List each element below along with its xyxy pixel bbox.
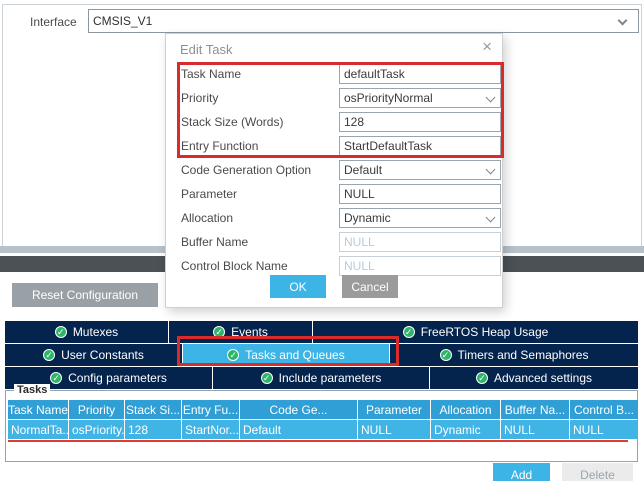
check-icon: ✓	[475, 372, 488, 384]
dialog-fields: Task Name defaultTask Priority osPriorit…	[166, 62, 502, 278]
check-icon: ✓	[54, 326, 67, 338]
buffer-name-label: Buffer Name	[181, 235, 249, 249]
tasks-table: Task Name Priority Stack Si... Entry Fu.…	[8, 400, 638, 442]
tasks-groupbox: Tasks Task Name Priority Stack Si... Ent…	[5, 384, 638, 462]
cell-code-generation[interactable]: Default	[240, 420, 357, 439]
tab-tasks-and-queues[interactable]: ✓ Tasks and Queues	[183, 344, 389, 366]
code-generation-label: Code Generation Option	[181, 163, 312, 177]
tab-freertos-heap-usage[interactable]: ✓ FreeRTOS Heap Usage	[313, 321, 638, 343]
allocation-label: Allocation	[181, 211, 234, 225]
cell-task-name[interactable]: NormalTa...	[8, 420, 68, 439]
field-row-entry-function: Entry Function StartDefaultTask	[166, 134, 502, 158]
parameter-input[interactable]: NULL	[339, 184, 501, 204]
config-tabs: ✓ Mutexes ✓ Events ✓ FreeRTOS Heap Usage…	[5, 321, 638, 390]
entry-function-label: Entry Function	[181, 139, 259, 153]
stack-size-label: Stack Size (Words)	[181, 115, 284, 129]
edit-task-dialog: Edit Task × Task Name defaultTask Priori…	[165, 33, 504, 308]
tab-include-parameters[interactable]: ✓ Include parameters	[213, 367, 429, 389]
chevron-down-icon	[485, 92, 496, 103]
tasks-groupbox-title: Tasks	[14, 384, 51, 396]
tab-row-3: ✓ Config parameters ✓ Include parameters…	[5, 367, 638, 389]
interface-label: Interface	[30, 15, 77, 29]
col-parameter: Parameter	[358, 400, 430, 419]
control-block-label: Control Block Name	[181, 259, 288, 273]
field-row-allocation: Allocation Dynamic	[166, 206, 502, 230]
task-name-label: Task Name	[181, 67, 242, 81]
check-icon: ✓	[213, 326, 226, 338]
ok-button[interactable]: OK	[270, 275, 326, 298]
interface-dropdown[interactable]: CMSIS_V1	[88, 9, 639, 33]
control-block-input: NULL	[339, 256, 501, 276]
freertos-configuration-page: Interface CMSIS_V1 Reset Configuration ✓…	[0, 0, 644, 481]
col-stack-size: Stack Si...	[125, 400, 181, 419]
tab-row-2: ✓ User Constants ✓ Tasks and Queues ✓ Ti…	[5, 344, 638, 366]
chevron-down-icon	[617, 15, 628, 26]
cell-buffer-name[interactable]: NULL	[501, 420, 569, 439]
tab-advanced-settings[interactable]: ✓ Advanced settings	[430, 367, 638, 389]
add-task-button[interactable]: Add	[493, 463, 550, 481]
cell-entry-function[interactable]: StartNor...	[182, 420, 239, 439]
chevron-down-icon	[485, 164, 496, 175]
tab-timers-and-semaphores[interactable]: ✓ Timers and Semaphores	[390, 344, 638, 366]
tab-events[interactable]: ✓ Events	[169, 321, 312, 343]
priority-dropdown[interactable]: osPriorityNormal	[339, 88, 501, 108]
close-icon[interactable]: ×	[482, 37, 492, 57]
cancel-button[interactable]: Cancel	[342, 275, 398, 298]
col-code-generation: Code Ge...	[240, 400, 357, 419]
tab-mutexes[interactable]: ✓ Mutexes	[5, 321, 168, 343]
highlight-underline-task-row	[8, 440, 628, 442]
table-row[interactable]: NormalTa... osPriority... 128 StartNor..…	[8, 420, 638, 439]
col-entry-function: Entry Fu...	[182, 400, 239, 419]
chevron-down-icon	[485, 212, 496, 223]
field-row-buffer-name: Buffer Name NULL	[166, 230, 502, 254]
col-priority: Priority	[69, 400, 124, 419]
cell-allocation[interactable]: Dynamic	[431, 420, 500, 439]
tab-row-1: ✓ Mutexes ✓ Events ✓ FreeRTOS Heap Usage	[5, 321, 638, 343]
priority-label: Priority	[181, 91, 219, 105]
col-control-block: Control B...	[570, 400, 638, 419]
col-allocation: Allocation	[431, 400, 500, 419]
task-name-input[interactable]: defaultTask	[339, 64, 501, 84]
interface-dropdown-value: CMSIS_V1	[93, 14, 153, 28]
buffer-name-input: NULL	[339, 232, 501, 252]
dialog-buttons: OK Cancel	[166, 275, 502, 298]
field-row-parameter: Parameter NULL	[166, 182, 502, 206]
delete-task-button: Delete	[562, 463, 633, 481]
field-row-stack-size: Stack Size (Words) 128	[166, 110, 502, 134]
field-row-code-generation: Code Generation Option Default	[166, 158, 502, 182]
check-icon: ✓	[260, 372, 273, 384]
check-icon: ✓	[50, 372, 63, 384]
col-buffer-name: Buffer Na...	[501, 400, 569, 419]
check-icon: ✓	[227, 349, 240, 361]
parameter-label: Parameter	[181, 187, 238, 201]
code-generation-dropdown[interactable]: Default	[339, 160, 501, 180]
tasks-table-header: Task Name Priority Stack Si... Entry Fu.…	[8, 400, 638, 419]
cell-priority[interactable]: osPriority...	[69, 420, 124, 439]
stack-size-input[interactable]: 128	[339, 112, 501, 132]
tab-user-constants[interactable]: ✓ User Constants	[5, 344, 182, 366]
check-icon: ✓	[439, 349, 452, 361]
reset-configuration-button[interactable]: Reset Configuration	[12, 283, 158, 307]
field-row-priority: Priority osPriorityNormal	[166, 86, 502, 110]
allocation-dropdown[interactable]: Dynamic	[339, 208, 501, 228]
col-task-name: Task Name	[8, 400, 68, 419]
dialog-title: Edit Task	[180, 42, 233, 57]
check-icon: ✓	[43, 349, 56, 361]
entry-function-input[interactable]: StartDefaultTask	[339, 136, 501, 156]
cell-parameter[interactable]: NULL	[358, 420, 430, 439]
field-row-task-name: Task Name defaultTask	[166, 62, 502, 86]
cell-control-block[interactable]: NULL	[570, 420, 638, 439]
check-icon: ✓	[402, 326, 415, 338]
cell-stack-size[interactable]: 128	[125, 420, 181, 439]
